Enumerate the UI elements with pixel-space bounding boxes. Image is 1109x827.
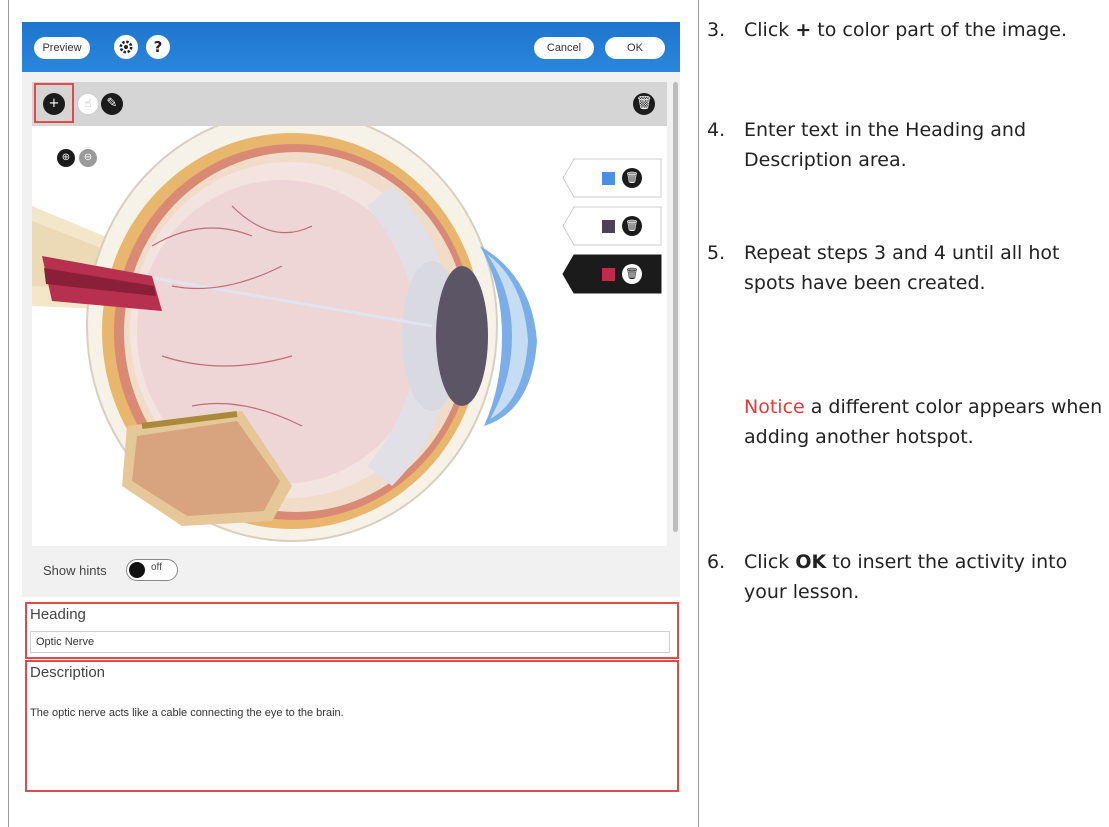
hotspot-item-active[interactable]: 🗑 xyxy=(562,254,662,294)
gear-icon[interactable] xyxy=(114,35,138,59)
hotspot-swatch xyxy=(602,220,615,233)
editor-titlebar: Preview ? Cancel OK xyxy=(22,22,680,72)
column-divider xyxy=(698,0,699,827)
step-number: 6. xyxy=(707,551,726,573)
notice-text: Notice a different color appears when ad… xyxy=(744,396,1103,448)
hotspot-editor: Preview ? Cancel OK + ☝ ✎ 🗑 ⊕ ⊖ 🗑 🗑 🗑 Sh… xyxy=(22,22,680,812)
description-label: Description xyxy=(30,664,106,681)
cancel-button[interactable]: Cancel xyxy=(534,37,594,59)
description-field[interactable]: The optic nerve acts like a cable connec… xyxy=(30,707,344,719)
description-section[interactable]: Description The optic nerve acts like a … xyxy=(25,660,679,792)
trash-icon[interactable]: 🗑 xyxy=(622,168,642,188)
step-number: 4. xyxy=(707,119,726,141)
hotspot-item[interactable]: 🗑 xyxy=(562,158,662,198)
hotspot-swatch xyxy=(602,172,615,185)
heading-section: Heading Optic Nerve xyxy=(25,602,679,659)
hand-icon[interactable]: ☝ xyxy=(77,93,99,115)
show-hints-toggle[interactable]: off xyxy=(126,559,178,581)
work-area: + ☝ ✎ 🗑 ⊕ ⊖ 🗑 🗑 🗑 Show hints off xyxy=(22,72,680,597)
show-hints-label: Show hints xyxy=(43,563,107,578)
pencil-icon[interactable]: ✎ xyxy=(101,93,123,115)
hotspot-toolbar: + ☝ ✎ 🗑 xyxy=(32,82,667,126)
hotspot-swatch xyxy=(602,268,615,281)
preview-button[interactable]: Preview xyxy=(34,37,90,59)
hints-bar: Show hints off xyxy=(32,547,667,597)
help-icon[interactable]: ? xyxy=(146,35,170,59)
heading-field[interactable]: Optic Nerve xyxy=(30,631,670,653)
page-border-left xyxy=(8,0,9,827)
trash-icon[interactable]: 🗑 xyxy=(633,93,655,115)
step-text: Click + to color part of the image. xyxy=(744,19,1068,41)
image-canvas[interactable]: ⊕ ⊖ 🗑 🗑 🗑 xyxy=(32,126,667,546)
hotspot-item[interactable]: 🗑 xyxy=(562,206,662,246)
plus-icon[interactable]: + xyxy=(43,93,65,115)
step-text: Repeat steps 3 and 4 until all hot spots… xyxy=(744,242,1060,294)
step-text: Enter text in the Heading and Descriptio… xyxy=(744,119,1027,171)
toggle-state: off xyxy=(151,562,162,573)
step-number: 5. xyxy=(707,242,726,264)
step-number: 3. xyxy=(707,19,726,41)
scrollbar[interactable] xyxy=(673,82,678,532)
ok-button[interactable]: OK xyxy=(605,37,665,59)
trash-icon[interactable]: 🗑 xyxy=(622,216,642,236)
heading-label: Heading xyxy=(30,606,86,623)
trash-icon[interactable]: 🗑 xyxy=(622,264,642,284)
toggle-knob xyxy=(129,562,145,578)
step-text: Click OK to insert the activity into you… xyxy=(744,551,1068,603)
